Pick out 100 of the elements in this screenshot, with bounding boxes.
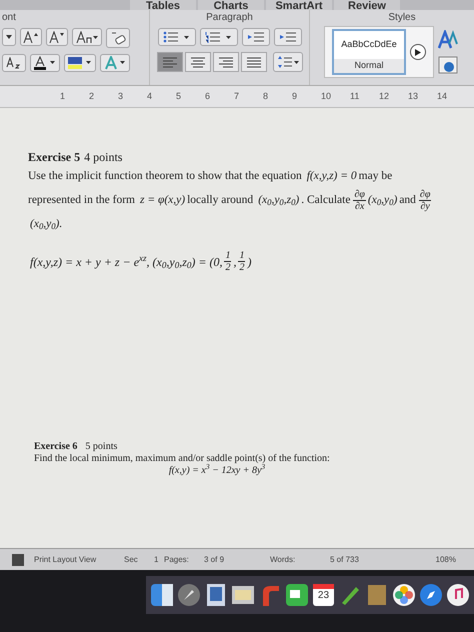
calendar-icon[interactable]: 23 <box>312 584 334 606</box>
problem-text: Find the local minimum, maximum and/or saddle point(s) of the function: <box>34 453 331 464</box>
status-text: Words: <box>270 554 296 566</box>
align-center-button[interactable] <box>184 52 210 72</box>
notebook-icon[interactable] <box>366 584 388 606</box>
style-sample: AaBbCcDdEe <box>340 38 398 52</box>
font-color-icon <box>34 56 56 70</box>
exercise-heading: Exercise 5 <box>28 150 80 164</box>
align-lines-icon <box>188 56 206 68</box>
clear-formatting-button[interactable] <box>106 28 130 48</box>
ruler-number: 13 <box>408 90 420 103</box>
bullets-button[interactable] <box>158 28 196 46</box>
problem-text: represented in the form <box>28 193 135 208</box>
align-left-button[interactable] <box>156 52 182 72</box>
line-spacing-icon <box>276 55 298 69</box>
math-expression: z = φ(x,y) <box>140 193 186 208</box>
math-expression: (x$_{0}$,y$_{0}$) <box>368 193 398 210</box>
shrink-font-button[interactable] <box>46 28 68 46</box>
justify-button[interactable] <box>240 52 266 72</box>
align-lines-icon <box>244 56 262 68</box>
problem-text: . Calculate <box>301 193 350 208</box>
fraction: 1 2 <box>224 250 232 273</box>
problem-text: Use the implicit function theorem to show that the equation <box>28 169 302 184</box>
points-label: 4 points <box>84 150 122 164</box>
status-text: Sec <box>124 554 139 566</box>
subscript-button[interactable] <box>2 54 26 72</box>
highlight-button[interactable] <box>64 54 96 72</box>
calendar-date: 23 <box>318 589 330 603</box>
exercise-heading: Exercise 6 <box>34 441 78 453</box>
decrease-indent-button[interactable] <box>242 28 270 46</box>
status-text: Pages: <box>164 554 190 566</box>
ruler-number: 4 <box>147 90 154 103</box>
ruler-number: 3 <box>118 90 124 103</box>
ribbon-tab[interactable]: Review <box>334 0 400 10</box>
play-icon <box>415 48 421 56</box>
ribbon-tab[interactable]: Tables <box>130 0 196 10</box>
letter-case-icon <box>76 31 98 43</box>
ruler-number: 14 <box>437 90 448 103</box>
align-lines-icon <box>160 56 178 68</box>
group-label: Paragraph <box>206 11 253 24</box>
problem-text: and <box>399 193 416 208</box>
math-expression: (x$_{0}$,y$_{0}$,z$_{0}$) <box>258 193 300 210</box>
status-text: 5 of 733 <box>330 554 360 566</box>
dropdown-button[interactable] <box>2 28 16 46</box>
pane-icon <box>438 56 458 74</box>
ruler-number: 5 <box>176 90 182 103</box>
align-lines-icon <box>216 56 234 68</box>
letters-icon <box>438 30 460 50</box>
change-case-button[interactable] <box>72 28 102 46</box>
fraction: 1 2 <box>238 250 246 273</box>
indent-icon <box>278 31 296 43</box>
ruler[interactable]: 1 2 3 4 5 6 7 8 9 10 11 12 13 14 <box>0 86 474 108</box>
window-icon[interactable] <box>232 584 254 606</box>
math-expression: (x$_{0}$,y$_{0}$). <box>30 217 62 234</box>
numbering-button[interactable] <box>200 28 238 46</box>
styles-pane-button[interactable] <box>438 56 460 74</box>
zoom-level: 108% <box>436 554 456 566</box>
ruler-number: 6 <box>205 90 212 103</box>
line-spacing-button[interactable] <box>272 52 302 72</box>
glow-letter-icon <box>104 56 126 70</box>
ribbon-tab[interactable]: Charts <box>198 0 264 10</box>
group-label: Styles <box>387 11 416 24</box>
flower-icon[interactable] <box>393 584 416 606</box>
increase-indent-button[interactable] <box>274 28 302 46</box>
math-expression: f(x,y,z) = x + y + z − e$^{xz}$, (x$_{0}$,y$_{0}$,z$_{0}$) = (0, <box>30 252 222 270</box>
ribbon-tab[interactable]: SmartArt <box>266 0 332 10</box>
numbered-list-icon <box>204 31 232 43</box>
caret-icon <box>6 35 12 39</box>
problem-text: locally around <box>187 193 254 208</box>
next-style-button[interactable] <box>410 44 426 60</box>
style-preview-card[interactable]: AaBbCcDdEe Normal <box>332 29 406 75</box>
ruler-number: 2 <box>89 90 96 103</box>
fraction: ∂φ ∂x <box>353 188 366 212</box>
highlighter-icon <box>68 56 92 70</box>
view-button[interactable] <box>12 554 24 566</box>
ruler-number: 10 <box>321 90 332 103</box>
style-sets-button[interactable] <box>438 30 460 50</box>
problem-text: may be <box>358 169 392 184</box>
eraser-icon <box>110 31 126 45</box>
fraction: ∂φ ∂y <box>418 188 432 212</box>
font-color-button[interactable] <box>30 54 60 72</box>
ruler-number: 12 <box>379 90 390 103</box>
subscript-icon <box>6 57 22 69</box>
compass-icon[interactable] <box>420 584 442 606</box>
math-expression: ) <box>247 254 252 270</box>
ruler-number: 1 <box>60 90 66 103</box>
align-right-button[interactable] <box>212 52 238 72</box>
status-text: 1 <box>154 554 160 566</box>
ruler-number: 11 <box>350 90 360 103</box>
math-expression: f(x,y,z) = 0 <box>306 169 357 184</box>
grow-font-button[interactable] <box>20 28 42 46</box>
ruler-number: 8 <box>263 90 270 103</box>
pencil-icon[interactable] <box>339 584 362 606</box>
status-text: Print Layout View <box>34 554 98 566</box>
letter-up-icon <box>23 31 39 43</box>
points-label: 5 points <box>85 441 118 453</box>
math-expression: f(x,y) = x$^{3}$ − 12xy + 8y$^{3}$ <box>168 465 266 477</box>
letter-down-icon <box>49 31 65 43</box>
bullet-list-icon <box>162 31 190 43</box>
math-expression: , <box>233 254 236 270</box>
